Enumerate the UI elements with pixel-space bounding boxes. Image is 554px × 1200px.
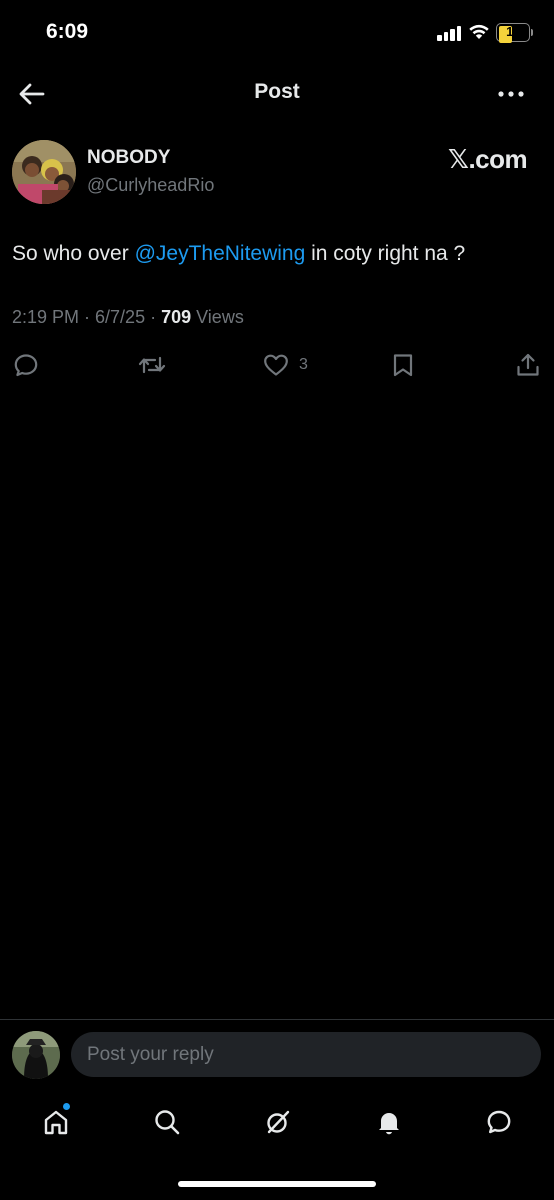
heart-icon	[264, 354, 288, 376]
author-display-name[interactable]: NOBODY	[87, 147, 170, 169]
wifi-icon	[469, 24, 489, 39]
tab-grok[interactable]	[258, 1100, 298, 1144]
notifications-icon	[379, 1113, 399, 1135]
repost-button[interactable]	[136, 350, 168, 380]
avatar-photo	[12, 140, 76, 204]
post-timestamp[interactable]: 2:19 PM · 6/7/25 ·	[12, 307, 161, 327]
mention-link[interactable]: @JeyTheNitewing	[135, 242, 306, 265]
repost-icon	[138, 356, 166, 374]
status-time: 6:09	[46, 20, 89, 43]
reply-icon	[14, 354, 38, 377]
share-button[interactable]	[514, 350, 542, 380]
home-notification-dot	[63, 1103, 70, 1110]
bookmark-icon	[393, 354, 413, 377]
reply-input[interactable]	[71, 1032, 541, 1077]
author-avatar[interactable]	[12, 140, 76, 204]
tab-search[interactable]	[147, 1100, 187, 1144]
grok-icon	[267, 1110, 290, 1134]
like-count: 3	[299, 356, 308, 373]
page-title: Post	[254, 80, 300, 103]
xcom-watermark: 𝕏.com	[448, 144, 528, 174]
views-count: 709	[161, 307, 192, 327]
like-button[interactable]: 3	[262, 350, 308, 380]
tab-home[interactable]	[36, 1100, 76, 1144]
battery-tip	[531, 29, 533, 36]
views-label: Views	[191, 307, 244, 327]
share-icon	[517, 353, 539, 376]
more-options-button[interactable]	[494, 80, 528, 108]
post-text-after: in coty right na ?	[305, 242, 466, 265]
battery-icon: 11	[496, 23, 530, 43]
tab-notifications[interactable]	[369, 1100, 409, 1144]
status-bar: 6:09 11	[0, 0, 554, 64]
reply-button[interactable]	[12, 350, 40, 380]
post-actions: 3	[0, 350, 554, 384]
post-text: So who over @JeyTheNitewing in coty righ…	[12, 242, 465, 266]
bottom-tab-bar	[0, 1100, 554, 1150]
bookmark-button[interactable]	[389, 350, 417, 380]
user-avatar[interactable]	[12, 1031, 60, 1079]
battery-level: 11	[506, 24, 520, 39]
user-avatar-photo	[12, 1031, 60, 1079]
post-meta: 2:19 PM · 6/7/25 · 709 Views	[12, 307, 244, 328]
search-icon	[155, 1110, 180, 1135]
reply-divider	[0, 1019, 554, 1020]
nav-header: Post	[0, 70, 554, 118]
tab-messages[interactable]	[479, 1100, 519, 1144]
home-icon	[44, 1110, 68, 1135]
author-handle[interactable]: @CurlyheadRio	[87, 175, 214, 196]
more-dots-icon	[498, 91, 524, 97]
messages-icon	[487, 1110, 511, 1134]
cellular-signal-icon	[437, 25, 463, 41]
post-text-before: So who over	[12, 242, 135, 265]
home-indicator	[178, 1181, 376, 1187]
